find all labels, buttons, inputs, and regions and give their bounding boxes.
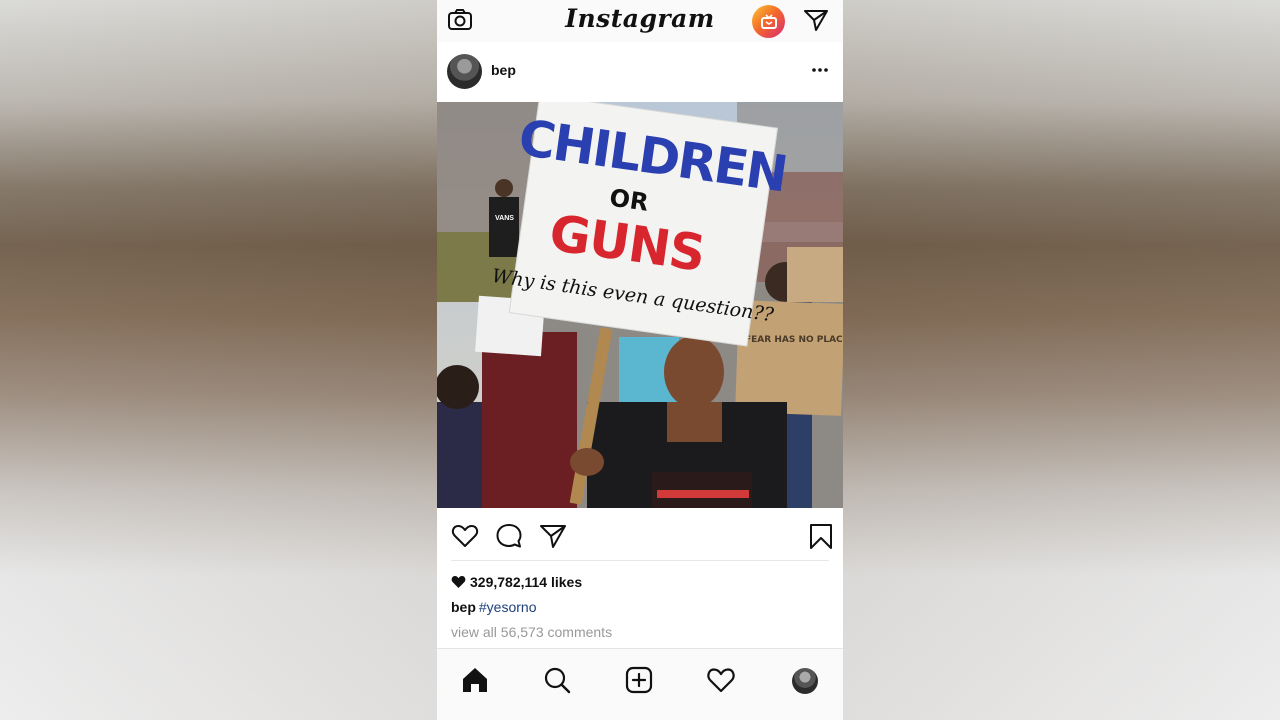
- profile-avatar[interactable]: [792, 668, 818, 694]
- likes-count[interactable]: 329,782,114 likes: [451, 574, 582, 590]
- caption-hashtag[interactable]: #yesorno: [479, 599, 537, 615]
- bookmark-icon[interactable]: [807, 522, 835, 550]
- post-header: bep: [437, 42, 843, 102]
- search-icon[interactable]: [542, 665, 572, 695]
- top-bar: Instagram: [437, 0, 843, 42]
- shirt-text: VANS: [495, 215, 514, 222]
- heart-icon[interactable]: [451, 522, 479, 550]
- home-icon[interactable]: [460, 665, 490, 695]
- paper-plane-icon[interactable]: [803, 8, 829, 32]
- post-username[interactable]: bep: [491, 62, 516, 78]
- activity-heart-icon[interactable]: [706, 665, 736, 695]
- fear-sign-text: FEAR HAS NO PLACE IN SCHOOL: [745, 335, 843, 345]
- more-options-icon[interactable]: [811, 60, 829, 80]
- caption: bep #yesorno: [451, 599, 536, 615]
- likes-heart-icon: [451, 576, 466, 588]
- igtv-icon[interactable]: [752, 5, 785, 38]
- avatar[interactable]: [447, 54, 482, 89]
- comment-icon[interactable]: [495, 522, 523, 550]
- view-comments-link[interactable]: view all 56,573 comments: [451, 624, 612, 640]
- post-actions: [437, 508, 843, 562]
- post-image[interactable]: VANS FEAR HAS NO PLACE IN SCHOOL: [437, 102, 843, 508]
- likes-text: 329,782,114 likes: [470, 574, 583, 590]
- share-icon[interactable]: [539, 522, 567, 550]
- bottom-nav: [437, 648, 843, 720]
- instagram-app-screen: Instagram bep VANS FEAR HAS NO PLAC CHIL…: [437, 0, 843, 720]
- add-post-icon[interactable]: [624, 665, 654, 695]
- divider: [451, 560, 829, 561]
- background-blur-right: [843, 0, 1280, 720]
- background-blur-left: [0, 0, 437, 720]
- caption-username[interactable]: bep: [451, 599, 476, 615]
